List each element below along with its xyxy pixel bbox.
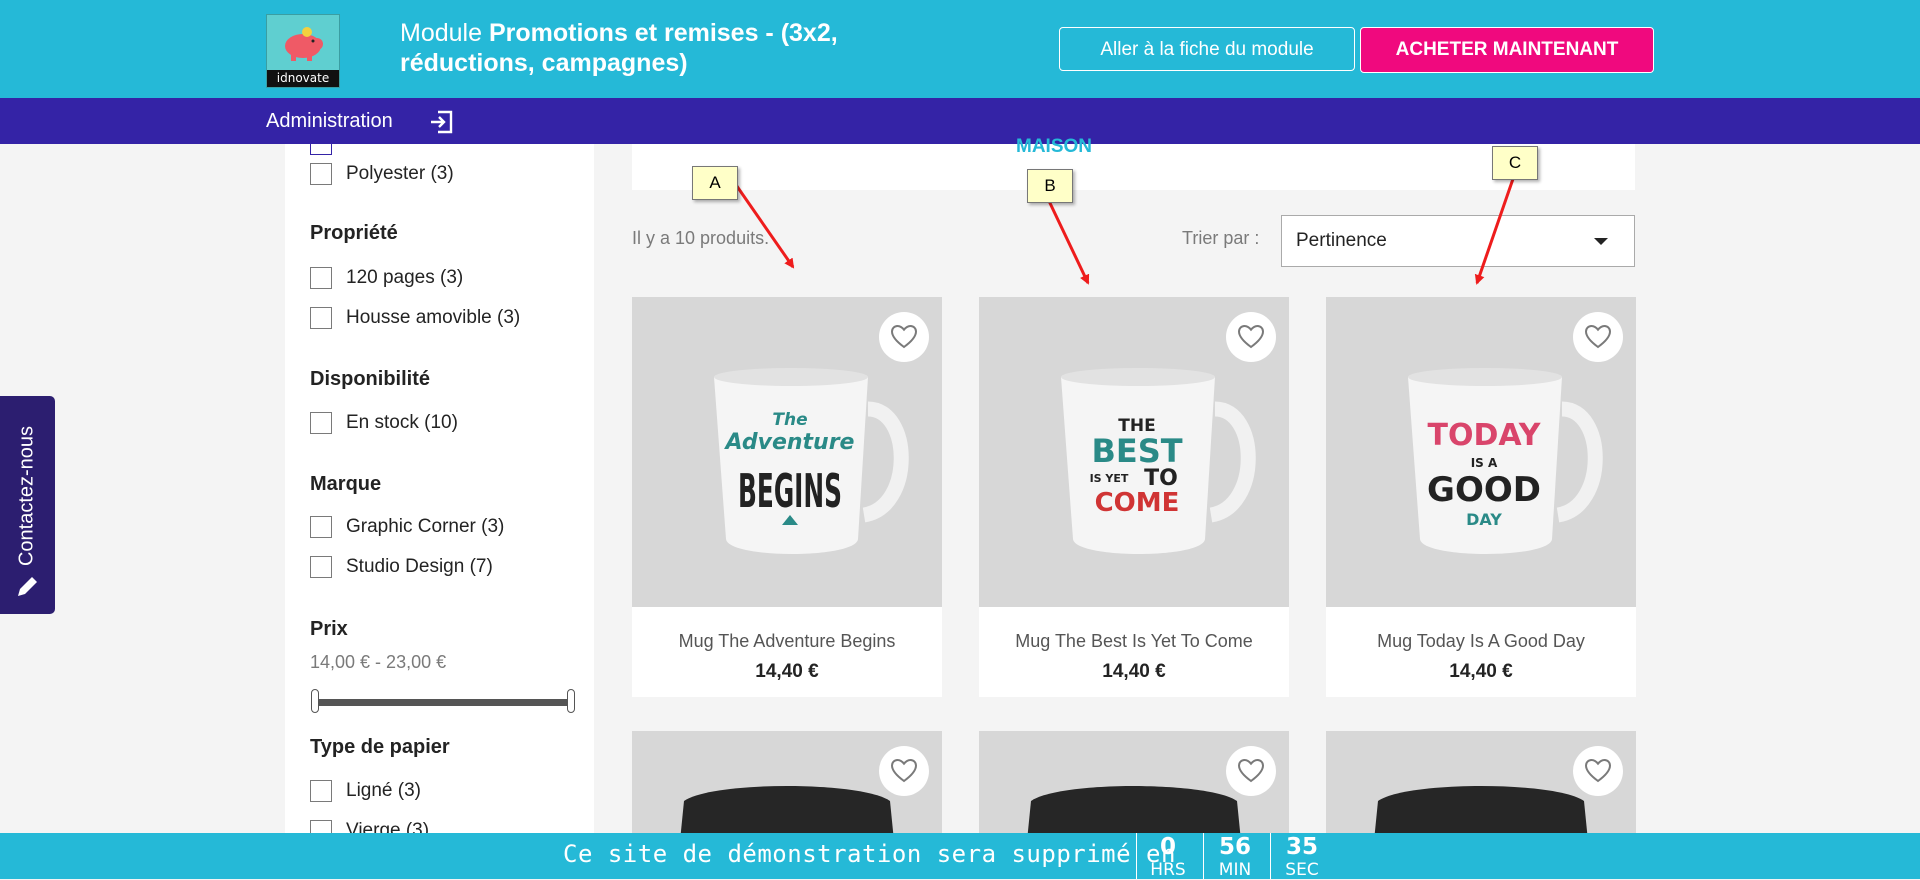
product-card[interactable]: THE BEST IS YET TO COME Mug The Best Is … [979, 297, 1289, 697]
wishlist-button[interactable] [1226, 746, 1276, 796]
checkbox[interactable] [310, 516, 332, 538]
mug-print-line-2: IS A [1471, 456, 1498, 470]
product-price: 14,40 € [755, 661, 819, 682]
checkbox[interactable] [310, 267, 332, 289]
hours-value: 0 [1159, 834, 1176, 860]
checkbox[interactable] [310, 307, 332, 329]
top-header: idnovate Module Promotions et remises - … [0, 0, 1920, 98]
chevron-down-icon [1594, 238, 1608, 245]
filter-item-label: Ligné (3) [346, 780, 421, 801]
filter-title-brand: Marque [310, 473, 382, 495]
annotation-label-b: B [1027, 169, 1073, 203]
heart-icon [891, 325, 917, 349]
mug-print-line-5: COME [1095, 488, 1180, 518]
checkbox[interactable] [310, 556, 332, 578]
sort-label: Trier par : [1182, 228, 1260, 248]
demo-countdown-bar: Ce site de démonstration sera supprimé e… [0, 833, 1920, 880]
admin-bar: Administration [0, 98, 1920, 144]
checkbox[interactable] [310, 820, 332, 834]
mug-print-line-2: Adventure [724, 430, 855, 455]
heart-icon [1585, 325, 1611, 349]
filter-sidebar: Polyester (3) Propriété 120 pages (3) Ho… [285, 144, 594, 834]
logout-icon[interactable] [428, 109, 454, 135]
wishlist-button[interactable] [1573, 312, 1623, 362]
contact-us-tab[interactable]: Contactez-nous [0, 396, 55, 614]
product-card[interactable]: The Adventure BEGINS Mug The Adventure B… [632, 297, 942, 697]
wishlist-button[interactable] [879, 746, 929, 796]
minutes-unit: MIN [1218, 860, 1252, 880]
buy-now-button[interactable]: ACHETER MAINTENANT [1360, 27, 1654, 73]
filter-item-label: Housse amovible (3) [346, 307, 521, 328]
mug-print-line-1: The [772, 410, 807, 430]
module-title: Module Promotions et remises - (3x2, réd… [400, 18, 920, 78]
heart-icon [1585, 759, 1611, 783]
wishlist-button[interactable] [1573, 746, 1623, 796]
filter-item-label: En stock (10) [346, 412, 458, 433]
filter-item-label: Vierge (3) [346, 820, 430, 834]
annotation-arrow-a [732, 181, 795, 269]
price-range-text: 14,00 € - 23,00 € [310, 652, 447, 672]
price-slider-track[interactable] [315, 699, 575, 706]
filter-title-paper: Type de papier [310, 736, 450, 758]
product-card[interactable]: TODAY IS A GOOD DAY Mug Today Is A Good … [1326, 297, 1636, 697]
countdown-hours: 0 HRS [1136, 833, 1199, 880]
product-card[interactable] [632, 731, 942, 841]
product-name[interactable]: Mug The Best Is Yet To Come [979, 631, 1289, 652]
piggy-bank-icon [285, 27, 323, 61]
minutes-value: 56 [1218, 834, 1251, 860]
contact-us-label: Contactez-nous [15, 425, 38, 567]
category-name[interactable]: MAISON [1016, 136, 1092, 158]
filter-item-label: Polyester (3) [346, 163, 454, 184]
category-header: MAISON [632, 136, 1635, 190]
product-name[interactable]: Mug The Adventure Begins [632, 631, 942, 652]
filter-title-availability: Disponibilité [310, 368, 430, 390]
sort-select[interactable]: Pertinence [1281, 215, 1635, 267]
checkbox[interactable] [310, 780, 332, 802]
checkbox[interactable] [310, 163, 332, 185]
idnovate-logo[interactable]: idnovate [266, 14, 340, 88]
countdown-minutes: 56 MIN [1203, 833, 1266, 880]
annotation-label-a: A [692, 166, 738, 200]
filter-item-label: Graphic Corner (3) [346, 516, 505, 537]
checkbox[interactable] [310, 412, 332, 434]
product-price: 14,40 € [1102, 661, 1166, 682]
filter-item-label: Studio Design (7) [346, 556, 493, 577]
filter-title-price: Prix [310, 618, 348, 640]
mug-print-line-2: BEST [1091, 432, 1182, 470]
wishlist-button[interactable] [1226, 312, 1276, 362]
mug-print-line-3: IS YET [1090, 472, 1129, 485]
checkbox[interactable] [310, 144, 332, 155]
sort-value: Pertinence [1296, 230, 1387, 251]
annotation-label-c: C [1492, 146, 1538, 180]
filter-item-label: 120 pages (3) [346, 267, 464, 288]
heart-icon [891, 759, 917, 783]
countdown-seconds: 35 SEC [1270, 833, 1333, 880]
heart-icon [1238, 325, 1264, 349]
title-prefix: Module [400, 19, 489, 47]
annotation-arrow-b [1047, 200, 1090, 285]
demo-message: Ce site de démonstration sera supprimé e… [563, 840, 1176, 868]
product-name[interactable]: Mug Today Is A Good Day [1326, 631, 1636, 652]
product-price: 14,40 € [1449, 661, 1513, 682]
seconds-unit: SEC [1285, 860, 1319, 880]
mug-print-line-4: DAY [1466, 510, 1502, 529]
price-slider-max-handle[interactable] [567, 689, 575, 713]
product-card[interactable] [979, 731, 1289, 841]
administration-link[interactable]: Administration [266, 108, 393, 134]
price-slider-min-handle[interactable] [311, 689, 319, 713]
mug-print-line-3: BEGINS [738, 464, 842, 518]
mug-print-line-1: TODAY [1428, 418, 1542, 453]
module-page-button[interactable]: Aller à la fiche du module [1059, 27, 1355, 71]
wishlist-button[interactable] [879, 312, 929, 362]
logo-brand-text: idnovate [267, 70, 339, 87]
mug-print-line-3: GOOD [1427, 470, 1541, 510]
pencil-icon [18, 577, 37, 596]
heart-icon [1238, 759, 1264, 783]
product-count: Il y a 10 produits. [632, 228, 770, 248]
seconds-value: 35 [1285, 834, 1318, 860]
hours-unit: HRS [1150, 860, 1186, 880]
filter-title-property: Propriété [310, 222, 398, 244]
product-card[interactable] [1326, 731, 1636, 841]
